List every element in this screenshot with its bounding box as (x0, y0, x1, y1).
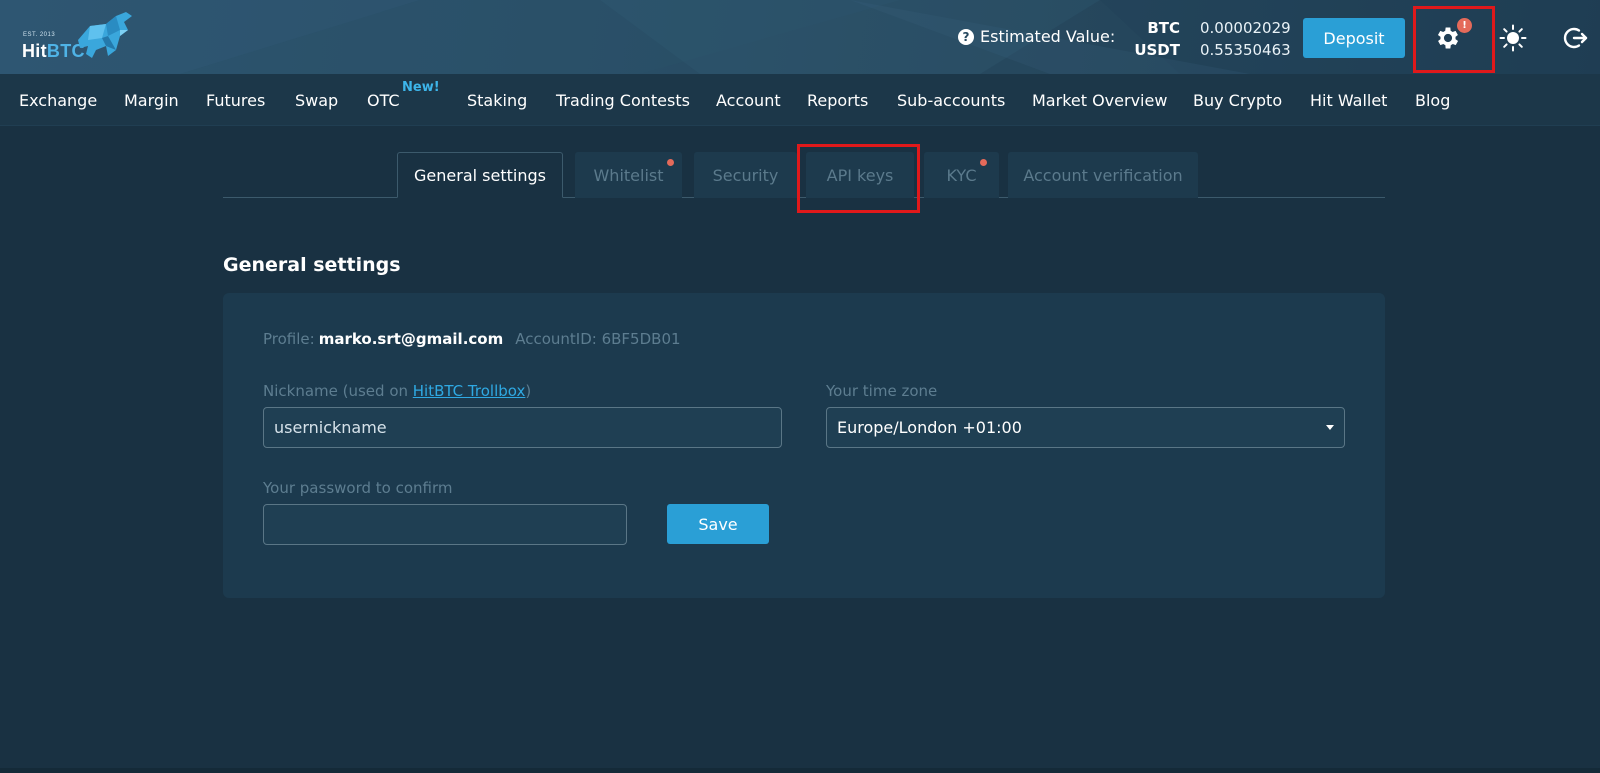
theme-toggle-button[interactable] (1497, 22, 1529, 54)
timezone-select[interactable]: Europe/London +01:00 (826, 407, 1345, 448)
nav-item-swap[interactable]: Swap (295, 91, 338, 110)
nav-item-sub-accounts[interactable]: Sub-accounts (897, 91, 1005, 110)
balance-row-usdt: USDT 0.55350463 (1120, 39, 1291, 61)
logout-icon (1563, 27, 1588, 49)
password-label: Your password to confirm (263, 479, 453, 497)
tab-whitelist[interactable]: Whitelist (575, 152, 682, 198)
logo-est-text: EST. 2013 (23, 32, 56, 38)
nav-item-market-overview[interactable]: Market Overview (1032, 91, 1167, 110)
logout-button[interactable] (1559, 22, 1591, 54)
balance-currency: USDT (1134, 41, 1180, 59)
save-button[interactable]: Save (667, 504, 769, 544)
nav-item-blog[interactable]: Blog (1415, 91, 1450, 110)
balance-row-btc: BTC 0.00002029 (1120, 17, 1291, 39)
general-settings-panel: Profile: marko.srt@gmail.com AccountID: 6B… (223, 293, 1385, 598)
balance-value: 0.00002029 (1200, 19, 1291, 37)
nav-item-account[interactable]: Account (716, 91, 781, 110)
profile-email: marko.srt@gmail.com (318, 330, 504, 348)
nav-item-otc[interactable]: OTC (367, 91, 400, 110)
bottom-strip (0, 768, 1600, 773)
otc-new-badge: New! (402, 80, 440, 95)
tab-security[interactable]: Security (694, 152, 797, 198)
bull-logo-icon (78, 12, 132, 58)
balance-value: 0.55350463 (1200, 41, 1291, 59)
whitelist-alert-dot (667, 159, 674, 166)
profile-line: Profile: marko.srt@gmail.com AccountID: 6B… (263, 330, 681, 348)
timezone-label: Your time zone (826, 382, 938, 400)
timezone-value: Europe/London +01:00 (837, 418, 1022, 437)
deposit-button[interactable]: Deposit (1303, 18, 1405, 58)
trollbox-link[interactable]: HitBTC Trollbox (413, 382, 526, 400)
notification-badge: ! (1457, 18, 1472, 33)
estimated-value: ? Estimated Value: (958, 27, 1115, 46)
top-header: EST. 2013 HitBTC ? Estimated Value: BTC … (0, 0, 1600, 74)
nav-item-hit-wallet[interactable]: Hit Wallet (1310, 91, 1387, 110)
balances: BTC 0.00002029 USDT 0.55350463 (1120, 17, 1291, 61)
hitbtc-logo[interactable]: EST. 2013 HitBTC (20, 10, 140, 66)
nickname-input[interactable]: usernickname (263, 407, 782, 448)
nav-item-exchange[interactable]: Exchange (19, 91, 97, 110)
profile-label: Profile: (263, 330, 315, 348)
nav-item-buy-crypto[interactable]: Buy Crypto (1193, 91, 1282, 110)
help-icon[interactable]: ? (958, 28, 974, 45)
tab-kyc[interactable]: KYC (924, 152, 999, 198)
kyc-alert-dot (980, 159, 987, 166)
nav-item-margin[interactable]: Margin (124, 91, 179, 110)
tab-api-keys[interactable]: API keys (806, 152, 914, 198)
nav-item-reports[interactable]: Reports (807, 91, 868, 110)
nav-item-futures[interactable]: Futures (206, 91, 265, 110)
nav-item-staking[interactable]: Staking (467, 91, 527, 110)
nickname-label: Nickname (used on HitBTC Trollbox) (263, 382, 532, 400)
chevron-down-icon (1326, 425, 1334, 430)
estimated-value-label: Estimated Value: (980, 27, 1116, 46)
tab-general-settings[interactable]: General settings (397, 152, 563, 198)
nav-item-trading-contests[interactable]: Trading Contests (556, 91, 690, 110)
tab-account-verification[interactable]: Account verification (1008, 152, 1198, 198)
sun-icon (1499, 24, 1527, 52)
page-title: General settings (223, 254, 401, 276)
balance-currency: BTC (1147, 19, 1180, 37)
account-id: AccountID: 6BF5DB01 (515, 330, 681, 348)
main-nav: Exchange Margin Futures Swap OTC Staking… (0, 74, 1600, 126)
password-input[interactable] (263, 504, 627, 545)
